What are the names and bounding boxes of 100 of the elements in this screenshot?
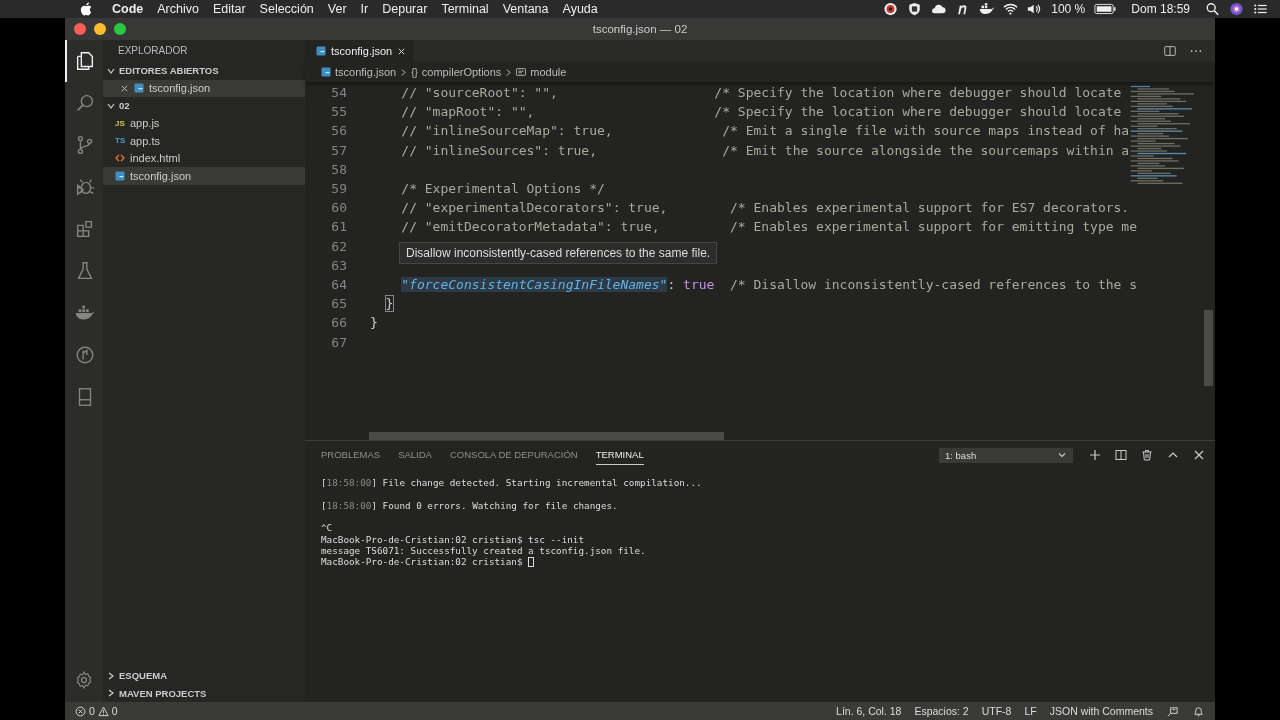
menu-item[interactable]: Terminal xyxy=(441,2,489,16)
cloud-icon[interactable] xyxy=(931,2,947,16)
settings-icon[interactable] xyxy=(74,670,94,690)
code-line: // "sourceRoot": "", /* Specify the location where debugger should locate xyxy=(400,85,1122,101)
panel-tab[interactable]: TERMINAL xyxy=(595,445,644,465)
plus-icon[interactable] xyxy=(1089,449,1101,461)
split-terminal-icon[interactable] xyxy=(1115,449,1127,461)
status-item[interactable]: UTF-8 xyxy=(981,705,1012,717)
code-line: // "inlineSources": true, /* Emit the source alongside the sourcemaps within a xyxy=(400,142,1130,158)
circle-icon[interactable] xyxy=(74,344,96,366)
terminal-line: message TS6071: Successfully created a tsconfig.json file. xyxy=(321,544,646,556)
app-menu[interactable]: Code xyxy=(112,2,144,16)
chevron-icon[interactable] xyxy=(1057,450,1067,460)
file-icon xyxy=(134,83,144,94)
section-header[interactable]: MAVEN PROJECTS xyxy=(103,684,305,702)
file-item[interactable]: tsconfig.json xyxy=(103,79,305,97)
minimize-window-button[interactable] xyxy=(94,23,106,35)
files-icon[interactable] xyxy=(74,50,96,72)
scrollbar-thumb[interactable] xyxy=(1204,310,1213,386)
whale-icon[interactable] xyxy=(979,2,995,16)
search-icon[interactable] xyxy=(1205,2,1220,16)
apple-icon[interactable] xyxy=(80,2,92,16)
warning-icon[interactable] xyxy=(97,705,109,717)
status-item[interactable]: Lín. 6, Col. 18 xyxy=(836,705,902,717)
list-icon[interactable] xyxy=(1253,2,1268,16)
line-number: 56 xyxy=(330,123,347,139)
file-item[interactable]: index.html xyxy=(103,149,305,167)
code-line: // "inlineSourceMap": true, /* Emit a single file with source maps instead of ha xyxy=(400,123,1130,139)
feedback-icon[interactable] xyxy=(1166,704,1179,718)
close-icon[interactable] xyxy=(1193,449,1205,461)
chevron-icon xyxy=(399,67,409,77)
editor-tab[interactable]: tsconfig.json xyxy=(305,40,415,62)
terminal-line: MacBook-Pro-de-Cristian:02 cristian$ xyxy=(321,556,524,568)
menu-clock[interactable]: Dom 18:59 xyxy=(1131,2,1190,16)
section-header[interactable]: 02 xyxy=(103,97,305,115)
wifi-icon[interactable] xyxy=(1003,2,1019,16)
line-number: 61 xyxy=(330,219,347,235)
line-number: 54 xyxy=(330,85,347,101)
scrollbar-thumb[interactable] xyxy=(369,432,724,440)
menu-item[interactable]: Ver xyxy=(327,2,347,16)
zoom-window-button[interactable] xyxy=(114,23,126,35)
code-line: } xyxy=(370,315,378,331)
file-item[interactable]: tsconfig.json xyxy=(103,167,305,185)
menu-item[interactable]: Archivo xyxy=(157,2,199,16)
terminal-line: MacBook-Pro-de-Cristian:02 cristian$ tsc --init xyxy=(321,533,585,545)
hover-tooltip: Disallow inconsistently-cased references to the same file. xyxy=(399,242,718,264)
panel-tab[interactable]: CONSOLA DE DEPURACIÓN xyxy=(449,445,578,465)
record-icon[interactable] xyxy=(883,2,899,16)
code-line: // "emitDecoratorMetadata": true, /* Enables experimental support for emitting type me xyxy=(400,219,1137,235)
siri-icon[interactable] xyxy=(1229,2,1244,16)
section-header[interactable]: EDITORES ABIERTOS xyxy=(103,62,305,80)
line-number: 65 xyxy=(330,296,347,312)
chevron-icon[interactable] xyxy=(106,670,116,681)
panel-tab[interactable]: PROBLEMAS xyxy=(321,445,381,465)
line-number: 66 xyxy=(330,315,347,331)
close-window-button[interactable] xyxy=(74,23,86,35)
terminal-line: ^C xyxy=(321,522,333,534)
file-item[interactable]: JS app.js xyxy=(103,114,305,132)
code-line: "forceConsistentCasingInFileNames": true /* Disallow inconsistently-cased references to the s xyxy=(401,276,1137,292)
close-icon[interactable] xyxy=(120,83,129,93)
code-icon xyxy=(115,153,125,164)
bell-icon[interactable] xyxy=(1192,704,1205,718)
status-item[interactable]: LF xyxy=(1024,705,1037,717)
menu-item[interactable]: Ventana xyxy=(502,2,549,16)
breadcrumb-item[interactable]: tsconfig.json xyxy=(321,66,397,78)
status-item[interactable]: Espacios: 2 xyxy=(914,705,969,717)
terminal-line: [18:58:00] Found 0 errors. Watching for file changes. xyxy=(321,499,618,511)
problems-status[interactable]: 0 0 xyxy=(75,705,118,717)
file-item[interactable]: TS app.ts xyxy=(103,132,305,150)
file-icon xyxy=(115,170,125,181)
menu-item[interactable]: Editar xyxy=(212,2,246,16)
panel-tab[interactable]: SALIDA xyxy=(398,445,432,465)
menu-item[interactable]: Depurar xyxy=(382,2,428,16)
menu-item[interactable]: Ir xyxy=(360,2,369,16)
error-icon[interactable] xyxy=(75,705,86,717)
line-number: 57 xyxy=(330,142,347,158)
menu-item[interactable]: Ayuda xyxy=(562,2,598,16)
line-number: 59 xyxy=(330,181,347,197)
close-icon[interactable] xyxy=(397,46,407,56)
line-number: 55 xyxy=(330,104,347,120)
split-editor-icon[interactable] xyxy=(1163,44,1177,58)
volume-icon[interactable] xyxy=(1027,2,1043,16)
breadcrumb-item[interactable]: {} compilerOptions xyxy=(411,66,502,78)
line-number: 64 xyxy=(330,276,347,292)
breadcrumb-item[interactable]: module xyxy=(516,66,567,78)
line-number: 58 xyxy=(330,161,347,177)
line-number: 63 xyxy=(330,257,347,273)
window-title: tsconfig.json — 02 xyxy=(592,23,688,35)
shield-icon[interactable] xyxy=(907,2,923,16)
menu-item[interactable]: Selección xyxy=(259,2,314,16)
battery-icon[interactable] xyxy=(1094,2,1117,16)
code-line: // "mapRoot": "", /* Specify the location where debugger should locate xyxy=(400,104,1122,120)
trash-icon[interactable] xyxy=(1141,449,1153,461)
terminal-line: [18:58:00] File change detected. Starting incremental compilation... xyxy=(321,477,702,489)
terminal-dropdown[interactable]: 1: bash xyxy=(939,447,1073,463)
line-number: 62 xyxy=(330,238,347,254)
status-item[interactable]: JSON with Comments xyxy=(1049,705,1153,717)
chevron-icon[interactable] xyxy=(106,688,116,699)
chevron-icon xyxy=(504,67,514,77)
section-header[interactable]: ESQUEMA xyxy=(103,667,305,685)
